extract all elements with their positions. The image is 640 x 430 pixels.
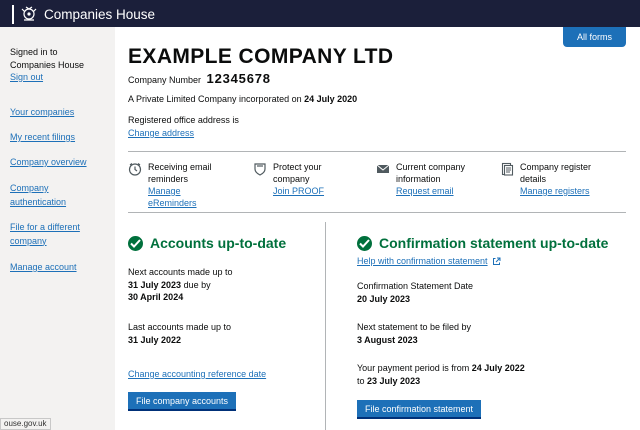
due-by-label: due by xyxy=(183,279,211,290)
next-accounts-date: 31 July 2023 xyxy=(128,279,182,290)
incorporated-date: 24 July 2020 xyxy=(304,94,358,104)
join-proof-link[interactable]: Join PROOF xyxy=(273,185,333,197)
companies-house-logo[interactable]: Companies House xyxy=(12,4,155,24)
registered-office: Registered office address is Change addr… xyxy=(128,114,239,140)
service-protect-company: Protect your company Join PROOF xyxy=(253,161,373,197)
signed-in-text: Signed in to Companies House xyxy=(10,47,85,70)
site-header: Companies House xyxy=(0,0,640,27)
next-accounts-block: Next accounts made up to 31 July 2023 du… xyxy=(128,266,233,304)
envelope-icon xyxy=(376,164,390,173)
company-number-line: Company Number 12345678 xyxy=(128,71,271,86)
manage-registers-link[interactable]: Manage registers xyxy=(520,185,602,197)
registered-office-label: Registered office address is xyxy=(128,115,239,125)
service-company-information: Current company information Request emai… xyxy=(376,161,496,197)
accounts-heading: Accounts up-to-date xyxy=(128,235,286,251)
payment-period-to-word: to xyxy=(357,375,365,386)
service-register-details: Company register details Manage register… xyxy=(500,161,620,197)
change-address-link[interactable]: Change address xyxy=(128,128,194,138)
external-link-icon xyxy=(492,257,501,265)
confirmation-title: Confirmation statement up-to-date xyxy=(379,235,609,251)
confirmation-date-label: Confirmation Statement Date xyxy=(357,281,474,291)
file-company-accounts-button[interactable]: File company accounts xyxy=(128,392,236,411)
request-email-link[interactable]: Request email xyxy=(396,185,476,197)
service-title: Current company information xyxy=(396,162,466,184)
incorporated-text: A Private Limited Company incorporated o… xyxy=(128,94,302,104)
royal-crest-icon xyxy=(21,6,37,21)
last-accounts-date: 31 July 2022 xyxy=(128,334,182,345)
service-title: Company register details xyxy=(520,162,592,184)
divider-top xyxy=(128,151,626,152)
signed-in-block: Signed in to Companies House Sign out xyxy=(10,46,110,84)
sidebar-item-file-different-company[interactable]: File for a different company xyxy=(10,222,80,246)
sidebar-item-your-companies[interactable]: Your companies xyxy=(10,107,74,117)
service-email-reminders: Receiving email reminders Manage eRemind… xyxy=(128,161,248,209)
site-name: Companies House xyxy=(44,6,156,22)
column-divider xyxy=(325,222,326,430)
manage-ereminders-link[interactable]: Manage eReminders xyxy=(148,185,203,209)
next-accounts-label: Next accounts made up to xyxy=(128,267,233,277)
incorporation-line: A Private Limited Company incorporated o… xyxy=(128,94,357,104)
sidebar-item-recent-filings[interactable]: My recent filings xyxy=(10,132,75,142)
last-accounts-block: Last accounts made up to 31 July 2022 xyxy=(128,321,231,346)
confirmation-heading: Confirmation statement up-to-date xyxy=(357,235,608,251)
payment-period-from: 24 July 2022 xyxy=(471,363,525,373)
next-statement-label: Next statement to be filed by xyxy=(357,322,472,332)
sign-out-link[interactable]: Sign out xyxy=(10,72,43,82)
company-number: 12345678 xyxy=(206,71,271,86)
file-confirmation-statement-button[interactable]: File confirmation statement xyxy=(357,400,481,419)
last-accounts-label: Last accounts made up to xyxy=(128,322,232,332)
payment-period-text: Your payment period is from xyxy=(357,363,470,373)
main-content: All forms EXAMPLE COMPANY LTD Company Nu… xyxy=(115,27,640,430)
all-forms-button[interactable]: All forms xyxy=(563,27,626,47)
divider-middle xyxy=(128,212,626,213)
payment-period-to: 23 July 2023 xyxy=(367,375,421,386)
sidebar-item-manage-account[interactable]: Manage account xyxy=(10,262,77,272)
next-statement-date: 3 August 2023 xyxy=(357,334,418,345)
accounts-title: Accounts up-to-date xyxy=(150,235,287,251)
confirmation-date: 20 July 2023 xyxy=(357,293,411,304)
payment-period-block: Your payment period is from 24 July 2022… xyxy=(357,362,525,387)
company-number-label: Company Number xyxy=(128,75,202,85)
shield-icon xyxy=(254,163,266,176)
service-title: Protect your company xyxy=(273,162,322,184)
sidebar-item-company-authentication[interactable]: Company authentication xyxy=(10,183,66,207)
document-icon xyxy=(501,162,514,176)
tick-icon xyxy=(128,235,143,251)
sidebar: Signed in to Companies House Sign out Yo… xyxy=(0,27,115,430)
status-bar-url: ouse.gov.uk xyxy=(0,418,51,430)
service-title: Receiving email reminders xyxy=(148,162,212,184)
confirmation-date-block: Confirmation Statement Date 20 July 2023 xyxy=(357,280,473,305)
sidebar-item-company-overview[interactable]: Company overview xyxy=(10,157,87,167)
accounts-due-date: 30 April 2024 xyxy=(128,292,184,302)
clock-icon xyxy=(128,163,142,176)
company-name-heading: EXAMPLE COMPANY LTD xyxy=(128,45,394,68)
tick-icon xyxy=(357,235,372,251)
next-statement-block: Next statement to be filed by 3 August 2… xyxy=(357,321,471,346)
help-confirmation-statement-link[interactable]: Help with confirmation statement xyxy=(357,255,488,268)
logo-divider xyxy=(12,4,14,24)
change-accounting-reference-date-link[interactable]: Change accounting reference date xyxy=(128,369,266,379)
